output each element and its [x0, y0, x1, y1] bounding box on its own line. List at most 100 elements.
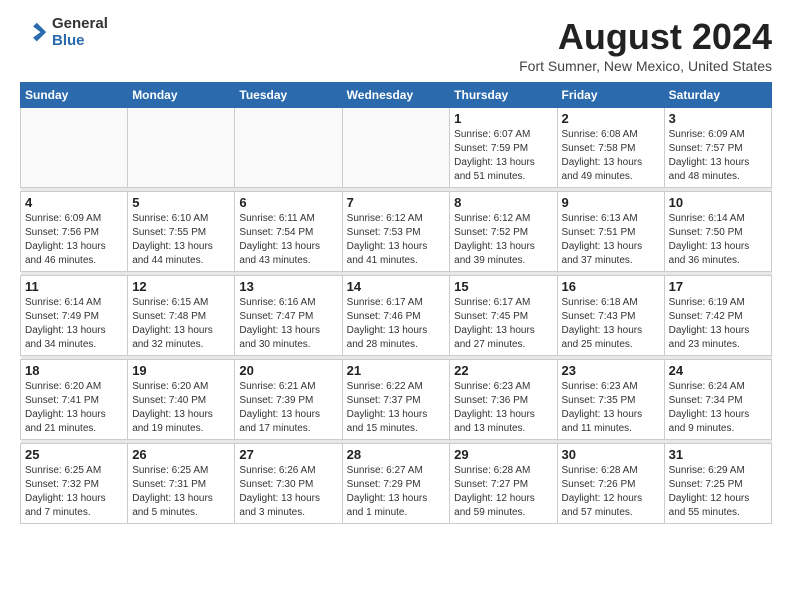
col-wednesday: Wednesday — [342, 83, 450, 108]
day-info: Sunrise: 6:18 AM Sunset: 7:43 PM Dayligh… — [562, 296, 660, 352]
table-row: 30Sunrise: 6:28 AM Sunset: 7:26 PM Dayli… — [557, 444, 664, 524]
table-row: 12 Sunrise: 6:15 AM Sunset: 7:48 PM Dayli… — [128, 276, 235, 356]
day-info: Sunrise: 6:26 AM Sunset: 7:30 PM Dayligh… — [239, 464, 337, 520]
table-row: 3Sunrise: 6:09 AM Sunset: 7:57 PM Daylig… — [664, 108, 771, 188]
day-info: Sunrise: 6:23 AM Sunset: 7:35 PM Dayligh… — [562, 380, 660, 436]
table-row: 7 Sunrise: 6:12 AM Sunset: 7:53 PM Daylig… — [342, 192, 450, 272]
day-info: Sunrise: 6:15 AM Sunset: 7:48 PM Dayligh… — [132, 296, 230, 352]
day-number: 25 — [25, 447, 123, 462]
day-number: 20 — [239, 363, 337, 378]
day-number: 24 — [669, 363, 767, 378]
day-info: Sunrise: 6:09 AM Sunset: 7:56 PM Dayligh… — [25, 212, 123, 268]
day-info: Sunrise: 6:23 AM Sunset: 7:36 PM Dayligh… — [454, 380, 552, 436]
day-info: Sunrise: 6:14 AM Sunset: 7:49 PM Dayligh… — [25, 296, 123, 352]
logo-general: General — [52, 16, 108, 33]
day-info: Sunrise: 6:17 AM Sunset: 7:45 PM Dayligh… — [454, 296, 552, 352]
day-number: 13 — [239, 279, 337, 294]
table-row: 14 Sunrise: 6:17 AM Sunset: 7:46 PM Dayli… — [342, 276, 450, 356]
logo: General Blue — [20, 16, 108, 49]
col-saturday: Saturday — [664, 83, 771, 108]
table-row: 28 Sunrise: 6:27 AM Sunset: 7:29 PM Dayli… — [342, 444, 450, 524]
table-row: 2 Sunrise: 6:08 AM Sunset: 7:58 PM Daylig… — [557, 108, 664, 188]
table-row: 11 Sunrise: 6:14 AM Sunset: 7:49 PM Dayli… — [21, 276, 128, 356]
day-info: Sunrise: 6:27 AM Sunset: 7:29 PM Dayligh… — [347, 464, 446, 520]
day-info: Sunrise: 6:25 AM Sunset: 7:31 PM Dayligh… — [132, 464, 230, 520]
table-row: 5Sunrise: 6:10 AM Sunset: 7:55 PM Daylig… — [128, 192, 235, 272]
day-number: 16 — [562, 279, 660, 294]
day-info: Sunrise: 6:07 AM Sunset: 7:59 PM Dayligh… — [454, 128, 552, 184]
day-info: Sunrise: 6:24 AM Sunset: 7:34 PM Dayligh… — [669, 380, 767, 436]
table-row — [21, 108, 128, 188]
header-row: Sunday Monday Tuesday Wednesday Thursday… — [21, 83, 772, 108]
day-info: Sunrise: 6:14 AM Sunset: 7:50 PM Dayligh… — [669, 212, 767, 268]
day-number: 29 — [454, 447, 552, 462]
day-info: Sunrise: 6:12 AM Sunset: 7:52 PM Dayligh… — [454, 212, 552, 268]
table-row: 24 Sunrise: 6:24 AM Sunset: 7:34 PM Dayli… — [664, 360, 771, 440]
day-info: Sunrise: 6:08 AM Sunset: 7:58 PM Dayligh… — [562, 128, 660, 184]
day-info: Sunrise: 6:28 AM Sunset: 7:27 PM Dayligh… — [454, 464, 552, 520]
table-row: 17 Sunrise: 6:19 AM Sunset: 7:42 PM Dayli… — [664, 276, 771, 356]
day-number: 28 — [347, 447, 446, 462]
day-number: 11 — [25, 279, 123, 294]
col-monday: Monday — [128, 83, 235, 108]
table-row: 16 Sunrise: 6:18 AM Sunset: 7:43 PM Dayli… — [557, 276, 664, 356]
day-number: 23 — [562, 363, 660, 378]
day-number: 14 — [347, 279, 446, 294]
table-row: 15 Sunrise: 6:17 AM Sunset: 7:45 PM Dayli… — [450, 276, 557, 356]
day-number: 15 — [454, 279, 552, 294]
day-number: 27 — [239, 447, 337, 462]
table-row: 6Sunrise: 6:11 AM Sunset: 7:54 PM Daylig… — [235, 192, 342, 272]
calendar-week-row: 11 Sunrise: 6:14 AM Sunset: 7:49 PM Dayli… — [21, 276, 772, 356]
table-row: 22 Sunrise: 6:23 AM Sunset: 7:36 PM Dayli… — [450, 360, 557, 440]
day-number: 4 — [25, 195, 123, 210]
day-number: 9 — [562, 195, 660, 210]
day-info: Sunrise: 6:28 AM Sunset: 7:26 PM Dayligh… — [562, 464, 660, 520]
day-number: 17 — [669, 279, 767, 294]
col-tuesday: Tuesday — [235, 83, 342, 108]
table-row: 29 Sunrise: 6:28 AM Sunset: 7:27 PM Dayli… — [450, 444, 557, 524]
day-info: Sunrise: 6:16 AM Sunset: 7:47 PM Dayligh… — [239, 296, 337, 352]
day-number: 31 — [669, 447, 767, 462]
day-number: 18 — [25, 363, 123, 378]
col-friday: Friday — [557, 83, 664, 108]
day-info: Sunrise: 6:29 AM Sunset: 7:25 PM Dayligh… — [669, 464, 767, 520]
day-number: 12 — [132, 279, 230, 294]
logo-blue: Blue — [52, 33, 108, 50]
day-number: 1 — [454, 111, 552, 126]
day-number: 8 — [454, 195, 552, 210]
calendar-week-row: 18Sunrise: 6:20 AM Sunset: 7:41 PM Dayli… — [21, 360, 772, 440]
day-info: Sunrise: 6:17 AM Sunset: 7:46 PM Dayligh… — [347, 296, 446, 352]
table-row: 13 Sunrise: 6:16 AM Sunset: 7:47 PM Dayli… — [235, 276, 342, 356]
title-area: August 2024 Fort Sumner, New Mexico, Uni… — [519, 16, 772, 74]
day-number: 22 — [454, 363, 552, 378]
table-row: 9Sunrise: 6:13 AM Sunset: 7:51 PM Daylig… — [557, 192, 664, 272]
table-row: 21 Sunrise: 6:22 AM Sunset: 7:37 PM Dayli… — [342, 360, 450, 440]
table-row: 1 Sunrise: 6:07 AM Sunset: 7:59 PM Daylig… — [450, 108, 557, 188]
calendar-week-row: 1 Sunrise: 6:07 AM Sunset: 7:59 PM Daylig… — [21, 108, 772, 188]
table-row: 26Sunrise: 6:25 AM Sunset: 7:31 PM Dayli… — [128, 444, 235, 524]
table-row: 8 Sunrise: 6:12 AM Sunset: 7:52 PM Daylig… — [450, 192, 557, 272]
day-number: 5 — [132, 195, 230, 210]
logo-text: General Blue — [52, 16, 108, 49]
day-info: Sunrise: 6:09 AM Sunset: 7:57 PM Dayligh… — [669, 128, 767, 184]
col-sunday: Sunday — [21, 83, 128, 108]
day-number: 7 — [347, 195, 446, 210]
table-row: 27 Sunrise: 6:26 AM Sunset: 7:30 PM Dayli… — [235, 444, 342, 524]
header: General Blue August 2024 Fort Sumner, Ne… — [20, 16, 772, 74]
day-number: 2 — [562, 111, 660, 126]
day-info: Sunrise: 6:22 AM Sunset: 7:37 PM Dayligh… — [347, 380, 446, 436]
day-info: Sunrise: 6:19 AM Sunset: 7:42 PM Dayligh… — [669, 296, 767, 352]
table-row: 19Sunrise: 6:20 AM Sunset: 7:40 PM Dayli… — [128, 360, 235, 440]
table-row: 4 Sunrise: 6:09 AM Sunset: 7:56 PM Daylig… — [21, 192, 128, 272]
table-row — [342, 108, 450, 188]
day-number: 6 — [239, 195, 337, 210]
table-row: 23 Sunrise: 6:23 AM Sunset: 7:35 PM Dayli… — [557, 360, 664, 440]
day-info: Sunrise: 6:21 AM Sunset: 7:39 PM Dayligh… — [239, 380, 337, 436]
day-info: Sunrise: 6:25 AM Sunset: 7:32 PM Dayligh… — [25, 464, 123, 520]
day-number: 21 — [347, 363, 446, 378]
table-row: 18Sunrise: 6:20 AM Sunset: 7:41 PM Dayli… — [21, 360, 128, 440]
location: Fort Sumner, New Mexico, United States — [519, 58, 772, 74]
day-info: Sunrise: 6:12 AM Sunset: 7:53 PM Dayligh… — [347, 212, 446, 268]
table-row: 10Sunrise: 6:14 AM Sunset: 7:50 PM Dayli… — [664, 192, 771, 272]
calendar: Sunday Monday Tuesday Wednesday Thursday… — [20, 82, 772, 524]
